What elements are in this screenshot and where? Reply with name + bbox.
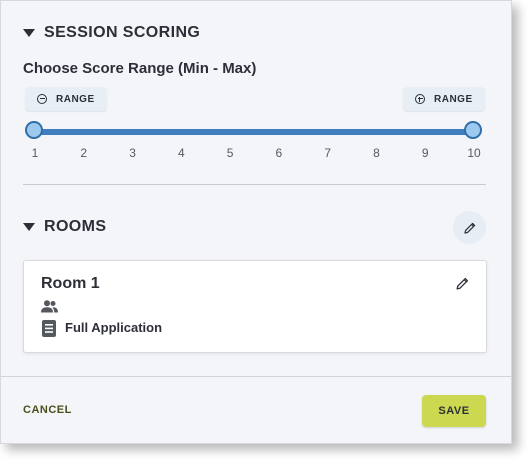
slider-tick-label: 3 [129, 146, 136, 160]
room-name: Room 1 [41, 275, 100, 292]
slider-max-handle[interactable] [464, 121, 482, 139]
slider-min-handle[interactable] [25, 121, 43, 139]
session-settings-panel: SESSION SCORING Choose Score Range (Min … [0, 0, 512, 444]
score-range-label: Choose Score Range (Min - Max) [23, 60, 257, 77]
slider-tick-label: 4 [177, 146, 185, 160]
rooms-section-header[interactable]: ROOMS [23, 218, 106, 236]
rooms-section-title: ROOMS [44, 218, 107, 235]
room-card[interactable]: Room 1 Full Application [23, 260, 487, 353]
decrease-range-button[interactable]: RANGE [25, 87, 107, 111]
people-icon [41, 300, 58, 313]
slider-tick-label: 8 [373, 146, 380, 160]
document-icon [42, 320, 56, 337]
cancel-button[interactable]: CANCEL [23, 404, 72, 416]
pencil-icon [456, 277, 469, 290]
slider-tick-label: 7 [324, 146, 331, 160]
slider-tick-label: 10 [467, 146, 481, 160]
minus-circle-icon [37, 94, 47, 104]
increase-range-button[interactable]: RANGE [403, 87, 485, 111]
divider [23, 184, 486, 185]
footer: CANCEL SAVE [1, 376, 511, 443]
edit-room-button[interactable] [455, 276, 470, 296]
pencil-icon [463, 222, 475, 234]
save-button[interactable]: SAVE [422, 395, 486, 427]
room-application: Full Application [65, 320, 163, 335]
score-range-slider-track[interactable] [34, 129, 473, 135]
slider-tick-label: 9 [421, 146, 429, 160]
caret-down-icon[interactable] [23, 29, 35, 37]
increase-range-label: RANGE [434, 93, 473, 105]
decrease-range-label: RANGE [56, 93, 95, 105]
slider-tick-label: 1 [31, 146, 39, 160]
slider-tick-label: 2 [80, 146, 88, 160]
slider-tick-label: 6 [275, 146, 283, 160]
plus-circle-icon [415, 94, 425, 104]
scoring-section-header[interactable]: SESSION SCORING [23, 24, 200, 42]
slider-tick-label: 5 [226, 146, 234, 160]
edit-rooms-button[interactable] [453, 211, 486, 244]
scoring-section-title: SESSION SCORING [44, 24, 201, 41]
caret-down-icon[interactable] [23, 223, 35, 231]
